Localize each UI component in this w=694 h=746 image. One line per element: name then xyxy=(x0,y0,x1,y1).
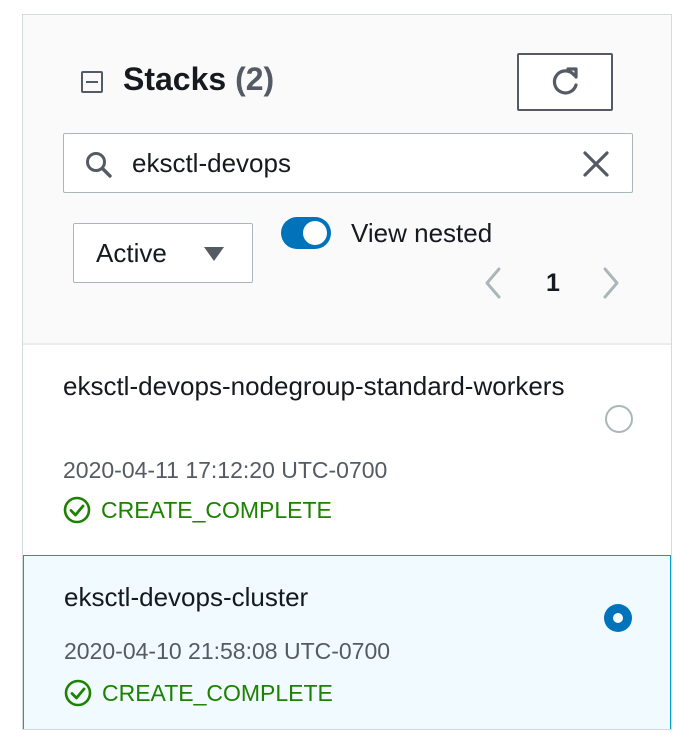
title-text: Stacks xyxy=(123,61,227,97)
search-input[interactable]: eksctl-devops xyxy=(63,133,633,193)
stack-count: (2) xyxy=(235,61,275,97)
status-filter-value: Active xyxy=(96,238,167,268)
stacks-header: Stacks (2) eksctl-devops Active View nes… xyxy=(23,15,671,345)
status-badge: CREATE_COMPLETE xyxy=(64,678,333,708)
stack-timestamp: 2020-04-10 21:58:08 UTC-0700 xyxy=(64,638,391,664)
status-text: CREATE_COMPLETE xyxy=(101,497,332,523)
check-circle-icon xyxy=(64,679,92,707)
stack-row[interactable]: eksctl-devops-nodegroup-standard-workers… xyxy=(23,345,671,555)
stack-name[interactable]: eksctl-devops-cluster xyxy=(64,576,584,618)
status-filter-select[interactable]: Active xyxy=(73,223,253,283)
chevron-right-icon[interactable] xyxy=(599,265,623,301)
stack-radio-selected[interactable] xyxy=(604,604,632,632)
search-value[interactable]: eksctl-devops xyxy=(132,134,291,192)
stacks-panel: Stacks (2) eksctl-devops Active View nes… xyxy=(22,14,672,730)
view-nested-label: View nested xyxy=(351,218,493,248)
stack-timestamp: 2020-04-11 17:12:20 UTC-0700 xyxy=(63,457,388,483)
close-icon[interactable] xyxy=(582,150,610,178)
chevron-left-icon[interactable] xyxy=(481,265,505,301)
page-title: Stacks (2) xyxy=(123,59,274,99)
toggle-knob xyxy=(303,221,327,245)
status-badge: CREATE_COMPLETE xyxy=(63,495,332,525)
refresh-icon xyxy=(552,67,578,95)
check-circle-icon xyxy=(63,496,91,524)
collapse-icon[interactable] xyxy=(81,71,103,93)
current-page[interactable]: 1 xyxy=(543,265,563,301)
stack-row-selected[interactable]: eksctl-devops-cluster 2020-04-10 21:58:0… xyxy=(23,555,671,729)
caret-down-icon xyxy=(204,247,224,261)
search-icon xyxy=(86,152,112,178)
stack-radio[interactable] xyxy=(605,405,633,433)
status-text: CREATE_COMPLETE xyxy=(102,680,333,706)
refresh-button[interactable] xyxy=(517,53,613,111)
stack-name[interactable]: eksctl-devops-nodegroup-standard-workers xyxy=(63,365,583,407)
view-nested-toggle[interactable] xyxy=(281,217,331,249)
